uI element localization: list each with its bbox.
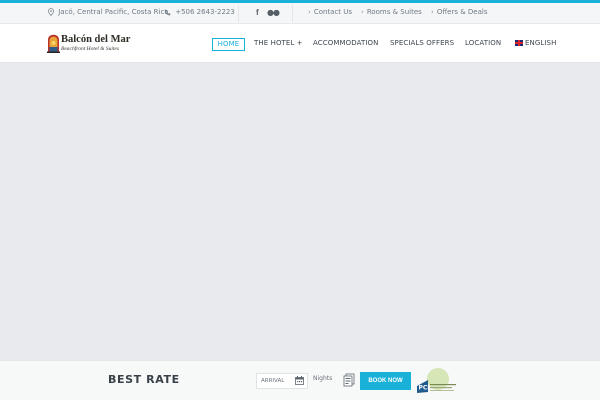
- phone-item[interactable]: +506 2643-2223: [164, 3, 235, 24]
- chevron-right-icon: ›: [308, 8, 311, 16]
- book-now-button[interactable]: BOOK NOW: [360, 372, 411, 390]
- nav-the-hotel[interactable]: THE HOTEL +: [254, 24, 303, 63]
- address-text: Jacó, Central Pacific, Costa Rica: [58, 8, 169, 16]
- hotel-logo[interactable]: Balcón del Mar Beachfront Hotel & Suites: [47, 34, 137, 56]
- nav-accommodation[interactable]: ACCOMMODATION: [313, 24, 378, 63]
- logo-title: Balcón del Mar: [61, 34, 131, 45]
- nav-home[interactable]: HOME: [212, 38, 245, 51]
- pci-compliance-badge-icon: PCI: [417, 368, 456, 393]
- calendar-icon[interactable]: [295, 376, 304, 385]
- map-pin-icon: [48, 8, 54, 17]
- chevron-right-icon: ›: [431, 8, 434, 16]
- pci-badge-label: PCI: [419, 385, 430, 392]
- phone-icon: [164, 9, 171, 15]
- offers-deals-label: Offers & Deals: [436, 8, 488, 16]
- flickr-icon: ●●: [267, 8, 280, 17]
- booking-bar: BEST RATE ARRIVAL Nights BOOK NOW PCI: [0, 360, 600, 400]
- contact-us-link[interactable]: › Contact Us: [308, 3, 352, 24]
- nights-label: Nights: [313, 375, 333, 382]
- nav-language-selector[interactable]: ENGLISH: [515, 24, 556, 63]
- main-header: Balcón del Mar Beachfront Hotel & Suites…: [0, 24, 600, 63]
- offers-deals-link[interactable]: › Offers & Deals: [431, 3, 487, 24]
- facebook-link[interactable]: f: [256, 3, 259, 24]
- rooms-suites-label: Rooms & Suites: [366, 8, 422, 16]
- nav-location[interactable]: LOCATION: [465, 24, 501, 63]
- hero-image-area: [0, 63, 600, 360]
- address-item: Jacó, Central Pacific, Costa Rica: [48, 3, 169, 24]
- arrival-placeholder: ARRIVAL: [261, 378, 285, 384]
- facebook-icon: f: [256, 8, 259, 17]
- logo-subtitle: Beachfront Hotel & Suites: [61, 46, 119, 52]
- flickr-link[interactable]: ●●: [267, 3, 280, 24]
- nights-selector-icon[interactable]: [343, 373, 355, 387]
- top-info-bar: Jacó, Central Pacific, Costa Rica +506 2…: [0, 3, 600, 24]
- rooms-suites-link[interactable]: › Rooms & Suites: [361, 3, 422, 24]
- uk-flag-icon: [515, 40, 523, 46]
- phone-text: +506 2643-2223: [175, 8, 235, 16]
- logo-emblem-icon: [47, 34, 60, 53]
- divider: [292, 5, 293, 22]
- divider: [238, 5, 239, 22]
- language-label: ENGLISH: [525, 39, 557, 47]
- nav-specials-offers[interactable]: SPECIALS OFFERS: [390, 24, 454, 63]
- contact-us-label: Contact Us: [313, 8, 353, 16]
- best-rate-heading: BEST RATE: [108, 373, 180, 386]
- chevron-right-icon: ›: [361, 8, 364, 16]
